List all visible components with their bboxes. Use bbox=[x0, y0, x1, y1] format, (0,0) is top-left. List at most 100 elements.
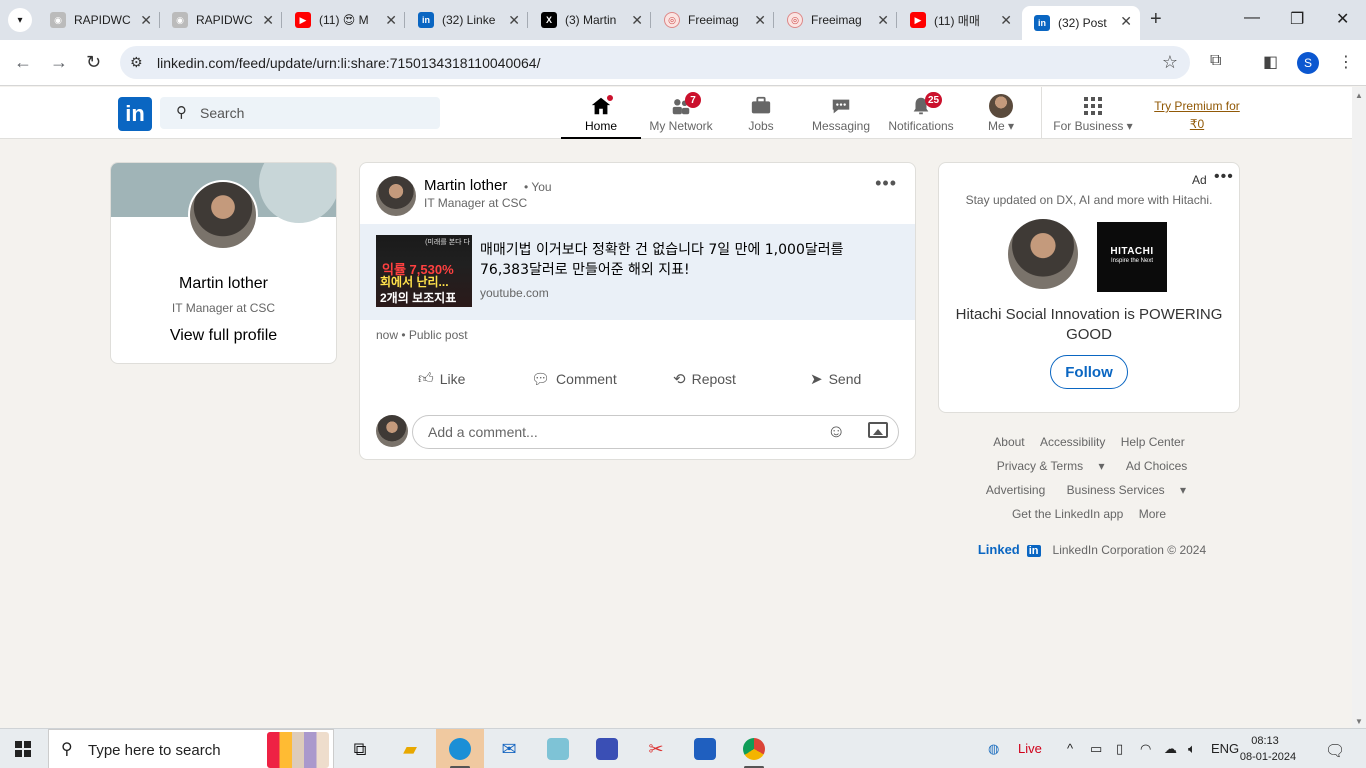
emoji-icon[interactable]: ☺ bbox=[827, 421, 845, 442]
network-icon bbox=[641, 95, 721, 117]
send-button[interactable]: ➤ Send bbox=[810, 363, 861, 395]
nav-notifications[interactable]: 25 Notifications bbox=[881, 87, 961, 139]
profile-name[interactable]: Martin lother bbox=[111, 275, 336, 293]
tab-search-dropdown[interactable]: ▾ bbox=[8, 8, 32, 32]
nav-jobs[interactable]: Jobs bbox=[721, 87, 801, 139]
bookmark-star-icon[interactable]: ☆ bbox=[1162, 52, 1178, 73]
browser-tab[interactable]: ▶ (11) 매매 ✕ bbox=[898, 0, 1020, 40]
footer-more-link[interactable]: More bbox=[1139, 507, 1166, 521]
site-info-icon[interactable]: ⚙ bbox=[130, 54, 143, 71]
forward-button[interactable]: → bbox=[50, 52, 68, 73]
url-text[interactable]: linkedin.com/feed/update/urn:li:share:71… bbox=[157, 55, 540, 71]
address-bar[interactable]: ⚙ linkedin.com/feed/update/urn:li:share:… bbox=[120, 46, 1190, 79]
try-premium-link[interactable]: Try Premium for ₹0 bbox=[1150, 97, 1244, 133]
footer-ad-choices-link[interactable]: Ad Choices bbox=[1126, 459, 1187, 473]
new-tab-button[interactable]: + bbox=[1150, 8, 1162, 31]
footer-accessibility-link[interactable]: Accessibility bbox=[1040, 435, 1105, 449]
nav-messaging[interactable]: Messaging bbox=[801, 87, 881, 139]
browser-tab-active[interactable]: in (32) Post ✕ bbox=[1022, 6, 1140, 40]
close-tab-icon[interactable]: ✕ bbox=[631, 12, 643, 29]
language-indicator[interactable]: ENG bbox=[1211, 741, 1239, 756]
app-icon-m[interactable] bbox=[583, 729, 631, 768]
comment-input[interactable] bbox=[428, 416, 808, 448]
post-author-avatar[interactable] bbox=[376, 176, 416, 216]
weather-icon[interactable]: ◍ bbox=[988, 741, 999, 757]
nav-home[interactable]: Home bbox=[561, 87, 641, 139]
profile-avatar[interactable] bbox=[188, 180, 258, 250]
browser-menu-icon[interactable]: ⋮ bbox=[1338, 52, 1354, 72]
weather-live-label[interactable]: Live bbox=[1018, 741, 1042, 756]
snipping-tool-icon[interactable]: ✂ bbox=[632, 729, 680, 768]
search-bar[interactable]: ⚲ bbox=[160, 97, 440, 129]
minimize-window-button[interactable]: — bbox=[1244, 9, 1260, 27]
post-more-options-icon[interactable]: ••• bbox=[875, 173, 897, 194]
like-button[interactable]: 👍︎ Like bbox=[418, 363, 465, 395]
app-icon-p[interactable] bbox=[681, 729, 729, 768]
ad-more-options-icon[interactable]: ••• bbox=[1214, 168, 1234, 186]
comment-box[interactable]: ☺ bbox=[412, 415, 899, 449]
view-full-profile-link[interactable]: View full profile bbox=[111, 327, 336, 345]
reload-button[interactable]: ↻ bbox=[86, 52, 101, 73]
back-button[interactable]: ← bbox=[14, 52, 32, 73]
device-icon[interactable]: ▯ bbox=[1116, 741, 1123, 757]
browser-tab[interactable]: in (32) Linke ✕ bbox=[406, 0, 528, 40]
notification-center-icon[interactable]: 🗨︎ bbox=[1325, 741, 1345, 761]
browser-tab[interactable]: ▶ (11) 😍 M ✕ bbox=[283, 0, 405, 40]
browser-tab[interactable]: ◉ RAPIDWC ✕ bbox=[160, 0, 282, 40]
link-preview-title[interactable]: 매매기법 이거보다 정확한 건 없습니다 7일 만에 1,000달러를 76,3… bbox=[480, 240, 880, 280]
follow-button[interactable]: Follow bbox=[1050, 355, 1128, 389]
close-tab-icon[interactable]: ✕ bbox=[877, 12, 889, 29]
paint-app-icon[interactable] bbox=[534, 729, 582, 768]
browser-tab[interactable]: ◎ Freeimag ✕ bbox=[775, 0, 897, 40]
edge-browser-icon[interactable] bbox=[436, 729, 484, 768]
footer-about-link[interactable]: About bbox=[993, 435, 1024, 449]
extensions-icon[interactable]: ⧉ bbox=[1210, 52, 1221, 70]
restore-window-button[interactable]: ❐ bbox=[1290, 9, 1304, 29]
nav-me[interactable]: Me ▾ bbox=[961, 87, 1041, 139]
close-tab-icon[interactable]: ✕ bbox=[262, 12, 274, 29]
chrome-browser-icon[interactable] bbox=[730, 729, 778, 768]
post-author-name[interactable]: Martin lother bbox=[424, 177, 507, 194]
footer-help-center-link[interactable]: Help Center bbox=[1121, 435, 1185, 449]
nav-label: Messaging bbox=[811, 119, 871, 133]
footer-privacy-terms-link[interactable]: Privacy & Terms ▾ bbox=[991, 459, 1111, 473]
volume-icon[interactable]: 🔈︎ bbox=[1188, 741, 1196, 757]
taskbar-clock[interactable]: 08:13 08-01-2024 bbox=[1240, 733, 1296, 765]
comment-button[interactable]: 💬︎ Comment bbox=[531, 363, 617, 395]
video-thumbnail[interactable]: (미래를 본다 다 익률 7,530% 회에서 난리... 2개의 보조지표 bbox=[376, 235, 472, 307]
wifi-icon[interactable]: ◠ bbox=[1140, 741, 1151, 757]
close-window-button[interactable]: ✕ bbox=[1336, 9, 1349, 29]
taskbar-search-box[interactable]: ⚲ Type here to search bbox=[48, 729, 334, 768]
footer-advertising-link[interactable]: Advertising bbox=[986, 483, 1045, 497]
footer-business-services-link[interactable]: Business Services ▾ bbox=[1061, 483, 1192, 497]
browser-profile-avatar[interactable]: S bbox=[1297, 52, 1319, 74]
footer-get-app-link[interactable]: Get the LinkedIn app bbox=[1012, 507, 1123, 521]
link-preview[interactable]: (미래를 본다 다 익률 7,530% 회에서 난리... 2개의 보조지표 매… bbox=[360, 224, 915, 320]
battery-icon[interactable]: ▭ bbox=[1090, 741, 1102, 757]
page-scrollbar[interactable]: ▲ ▼ bbox=[1352, 87, 1366, 728]
close-tab-icon[interactable]: ✕ bbox=[508, 12, 520, 29]
browser-tab[interactable]: ◉ RAPIDWC ✕ bbox=[38, 0, 160, 40]
hitachi-logo[interactable]: HITACHI Inspire the Next bbox=[1097, 222, 1167, 292]
task-view-icon[interactable]: ⧉ bbox=[336, 729, 384, 768]
image-icon[interactable] bbox=[868, 422, 888, 438]
close-tab-icon[interactable]: ✕ bbox=[385, 12, 397, 29]
linkedin-logo[interactable]: in bbox=[118, 97, 152, 131]
close-tab-icon[interactable]: ✕ bbox=[1120, 13, 1132, 30]
search-input[interactable] bbox=[200, 97, 430, 129]
close-tab-icon[interactable]: ✕ bbox=[1000, 12, 1012, 29]
ad-headline[interactable]: Hitachi Social Innovation is POWERING GO… bbox=[949, 305, 1229, 345]
windows-start-button[interactable] bbox=[15, 741, 31, 757]
file-explorer-icon[interactable]: ▰ bbox=[386, 729, 434, 768]
browser-tab[interactable]: X (3) Martin ✕ bbox=[529, 0, 651, 40]
tray-overflow-icon[interactable]: ^ bbox=[1067, 741, 1073, 756]
mail-icon[interactable]: ✉ bbox=[485, 729, 533, 768]
repost-button[interactable]: ⟲ Repost bbox=[673, 363, 736, 395]
nav-for-business[interactable]: For Business ▾ bbox=[1050, 87, 1136, 139]
close-tab-icon[interactable]: ✕ bbox=[754, 12, 766, 29]
close-tab-icon[interactable]: ✕ bbox=[140, 12, 152, 29]
browser-tab[interactable]: ◎ Freeimag ✕ bbox=[652, 0, 774, 40]
onedrive-icon[interactable]: ☁ bbox=[1164, 741, 1177, 757]
nav-my-network[interactable]: 7 My Network bbox=[641, 87, 721, 139]
side-panel-icon[interactable]: ◧ bbox=[1263, 52, 1278, 72]
